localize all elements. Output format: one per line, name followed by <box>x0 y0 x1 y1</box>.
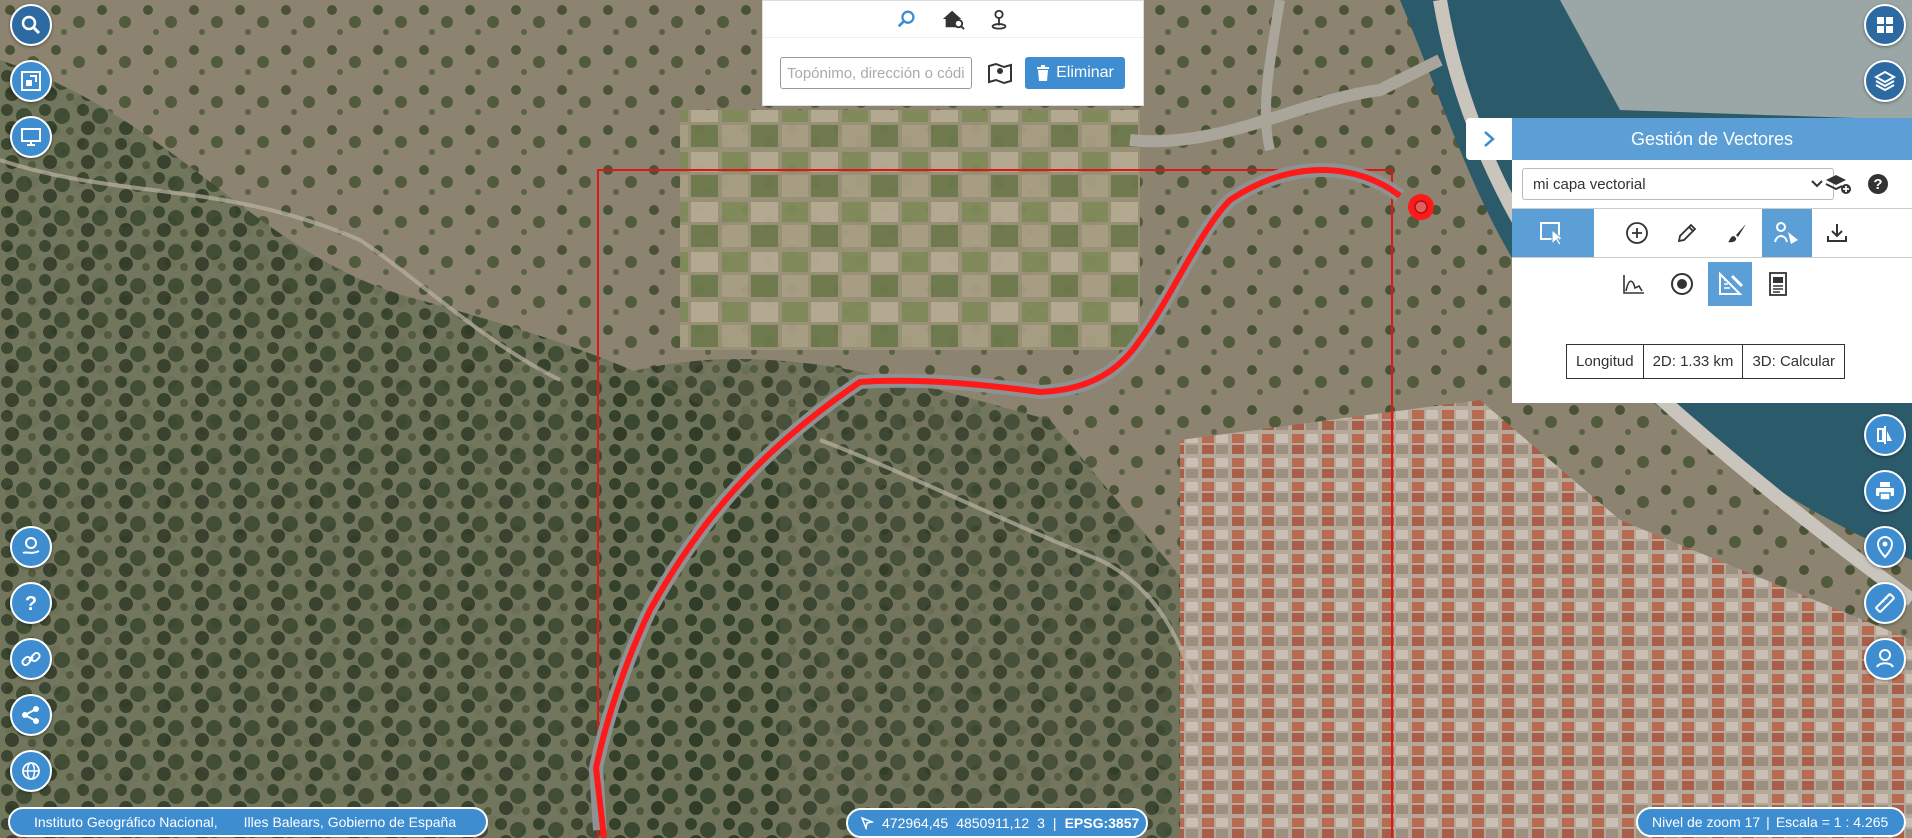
select-tool-button[interactable] <box>1512 209 1594 257</box>
grid-icon <box>1877 17 1893 33</box>
profile-chart-icon <box>1623 275 1644 294</box>
add-layer-icon <box>1825 175 1851 194</box>
layer-select-value: mi capa vectorial <box>1533 175 1646 193</box>
coord-dim: 3 <box>1037 815 1045 831</box>
advanced-search-button[interactable] <box>1864 638 1906 680</box>
grid-button[interactable] <box>1864 4 1906 46</box>
vector-tools <box>1512 208 1912 258</box>
edit-feature-button[interactable] <box>1662 209 1712 257</box>
extent-button[interactable] <box>10 60 52 102</box>
panel-title: Gestión de Vectores <box>1512 118 1912 160</box>
select-cursor-icon <box>1540 222 1565 246</box>
share-icon <box>22 706 39 724</box>
advanced-search-icon <box>1876 649 1894 668</box>
tab-coordinate-search[interactable] <box>988 8 1010 30</box>
chevron-right-icon <box>1484 131 1495 147</box>
measure-result: Longitud 2D: 1.33 km 3D: Calcular <box>1566 344 1845 379</box>
link-icon <box>21 651 41 667</box>
search-panel: Eliminar <box>762 0 1144 106</box>
measure-3d-calculate[interactable]: 3D: Calcular <box>1743 345 1844 378</box>
question-circle-icon: ? <box>1868 174 1888 194</box>
download-icon <box>1827 224 1847 242</box>
trash-icon <box>1037 65 1050 81</box>
measure-label: Longitud <box>1567 345 1644 378</box>
add-layer-button[interactable] <box>1824 172 1854 201</box>
zoom-level: Nivel de zoom 17 <box>1652 814 1761 830</box>
download-button[interactable] <box>1812 209 1862 257</box>
location-search-icon <box>897 10 915 28</box>
map-scale: Escala = 1 : 4.265 <box>1775 814 1889 830</box>
measure-2d-value: 2D: 1.33 km <box>1644 345 1744 378</box>
link-button[interactable] <box>10 638 52 680</box>
separator: | <box>1766 814 1770 830</box>
coord-x: 472964,45 <box>882 815 949 831</box>
brush-icon <box>1728 224 1746 243</box>
analysis-icon <box>1774 222 1798 244</box>
share-button[interactable] <box>10 694 52 736</box>
zoom-search-button[interactable] <box>10 4 52 46</box>
compare-button[interactable] <box>1864 414 1906 456</box>
analysis-button[interactable] <box>1762 209 1812 257</box>
analysis-tools <box>1612 262 1800 306</box>
ruler-button[interactable] <box>1864 582 1906 624</box>
zoom-search-icon <box>21 15 41 35</box>
extent-icon <box>21 71 41 91</box>
print-icon <box>1876 482 1894 501</box>
screen-icon <box>21 128 41 146</box>
ruler-icon <box>1875 593 1895 613</box>
zoom-scale-bar: Nivel de zoom 17 | Escala = 1 : 4.265 <box>1636 807 1906 837</box>
map-icon <box>988 62 1012 85</box>
pin-search-icon <box>991 9 1007 30</box>
layer-select[interactable]: mi capa vectorial <box>1522 168 1834 200</box>
pencil-icon <box>1677 223 1697 243</box>
coordinates-bar: 472964,45 4850911,12 3 | EPSG:3857 <box>846 808 1148 838</box>
globe-button[interactable] <box>10 750 52 792</box>
search-tabs <box>763 1 1143 38</box>
layers-icon <box>1873 70 1897 92</box>
document-report-icon <box>1769 272 1787 296</box>
plus-circle-icon <box>1626 222 1648 244</box>
attribution-bar: Instituto Geográfico Nacional, Illes Bal… <box>8 807 488 837</box>
location-info-icon <box>1876 536 1894 559</box>
map-search-button[interactable] <box>987 61 1013 90</box>
hand-info-button[interactable] <box>10 526 52 568</box>
svg-text:?: ? <box>25 593 37 615</box>
location-info-button[interactable] <box>1864 526 1906 568</box>
help-icon: ? <box>25 593 37 615</box>
epsg-code[interactable]: EPSG:3857 <box>1065 815 1140 831</box>
report-button[interactable] <box>1756 262 1800 306</box>
hand-info-icon <box>22 537 40 554</box>
add-feature-button[interactable] <box>1612 209 1662 257</box>
panel-help-button[interactable]: ? <box>1866 172 1890 201</box>
buffer-button[interactable] <box>1660 262 1704 306</box>
cursor-icon <box>860 816 874 830</box>
svg-text:?: ? <box>1873 176 1882 193</box>
tab-address-search[interactable] <box>940 8 966 30</box>
measure-button[interactable] <box>1708 262 1752 306</box>
coord-y: 4850911,12 <box>956 815 1030 831</box>
tab-place-search[interactable] <box>896 8 918 30</box>
separator: | <box>1052 815 1057 831</box>
print-button[interactable] <box>1864 470 1906 512</box>
chevron-down-icon <box>1811 180 1823 188</box>
layers-button[interactable] <box>1864 60 1906 102</box>
elevation-profile-button[interactable] <box>1612 262 1656 306</box>
target-circle-icon <box>1671 273 1693 295</box>
compare-icon <box>1877 426 1892 444</box>
attribution-ign: Instituto Geográfico Nacional, <box>34 814 218 830</box>
style-button[interactable] <box>1712 209 1762 257</box>
attribution-govern: Illes Balears, Gobierno de España <box>243 814 457 830</box>
delete-button[interactable]: Eliminar <box>1025 57 1125 89</box>
search-input[interactable] <box>780 57 972 89</box>
measure-ruler-icon <box>1719 271 1744 295</box>
screen-button[interactable] <box>10 116 52 158</box>
delete-label: Eliminar <box>1056 64 1114 81</box>
help-button[interactable]: ? <box>10 582 52 624</box>
globe-icon <box>22 762 40 780</box>
house-search-icon <box>942 10 965 30</box>
collapse-panel-button[interactable] <box>1466 118 1512 160</box>
vector-management-panel: Gestión de Vectores mi capa vectorial ? <box>1512 118 1912 403</box>
